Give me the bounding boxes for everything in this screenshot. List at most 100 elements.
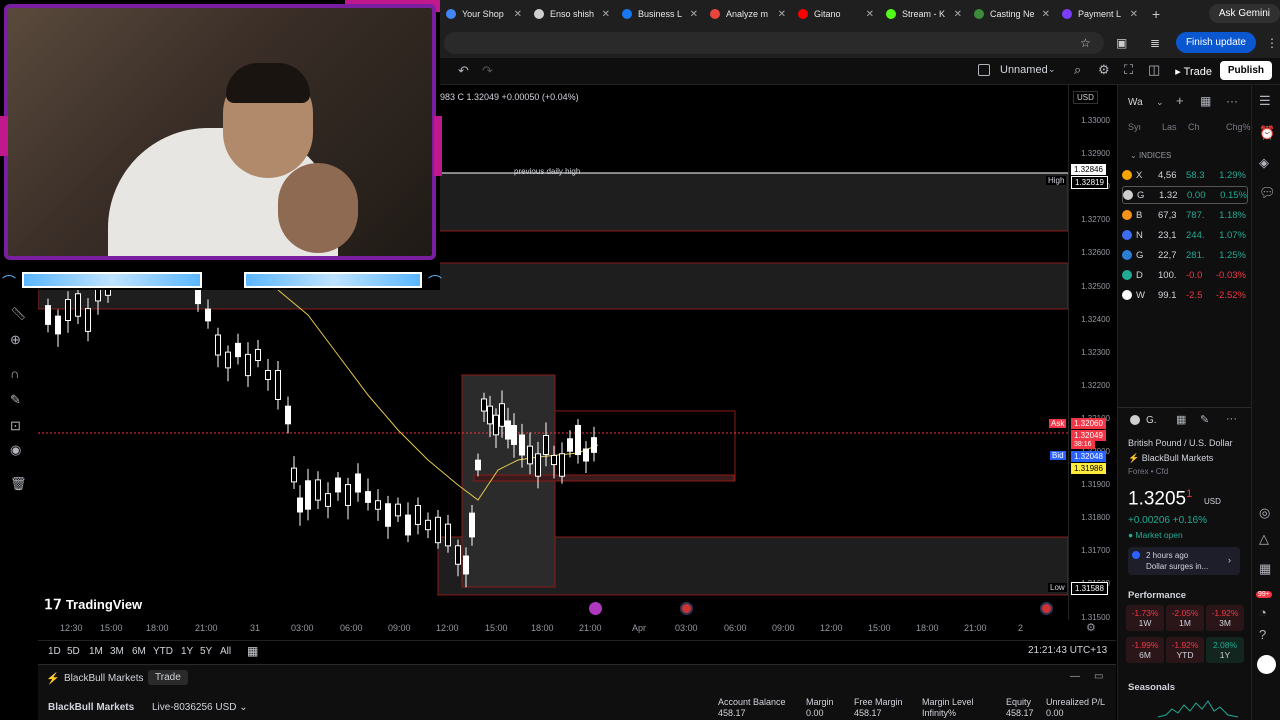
watchlist-row[interactable]: G 1.32 0.00 0.15%	[1122, 186, 1248, 204]
browser-tab[interactable]: Enso shish ✕	[528, 0, 616, 28]
range-button-5d[interactable]: 5D	[67, 646, 80, 657]
publish-button[interactable]: Publish	[1219, 61, 1272, 80]
chat-icon[interactable]: 💬︎	[1259, 185, 1276, 201]
range-button-5y[interactable]: 5Y	[200, 646, 212, 657]
range-button-1y[interactable]: 1Y	[181, 646, 193, 657]
new-tab-button[interactable]: +	[1152, 6, 1160, 22]
performance-item[interactable]: -1.92% 3M	[1206, 605, 1244, 631]
lock-icon[interactable]: ⊡	[10, 418, 21, 434]
ideas-icon[interactable]: △	[1259, 531, 1269, 547]
range-button-ytd[interactable]: YTD	[153, 646, 173, 657]
axis-settings-icon[interactable]: ⚙	[1086, 621, 1096, 634]
column-header[interactable]: Ch	[1188, 122, 1200, 132]
undo-icon[interactable]: ↶	[458, 63, 469, 79]
finish-update-button[interactable]: Finish update	[1175, 32, 1256, 53]
layout-icon[interactable]	[978, 64, 990, 76]
maximize-icon[interactable]: ▭	[1094, 671, 1103, 682]
edit-icon[interactable]: ✎	[1200, 413, 1209, 426]
currency-selector[interactable]: USD	[1073, 91, 1098, 104]
range-button-1m[interactable]: 1M	[89, 646, 103, 657]
address-field[interactable]	[444, 32, 1104, 54]
time-axis[interactable]: 12:30 15:00 18:00 21:00 31 03:00 06:00 09:00 12:…	[38, 618, 1116, 638]
chevron-down-icon[interactable]: ⌄	[1048, 64, 1056, 75]
account-selector[interactable]: Live-8036256 USD ⌄	[152, 702, 248, 713]
close-icon[interactable]: ✕	[954, 9, 962, 20]
close-icon[interactable]: ✕	[602, 9, 610, 20]
performance-item[interactable]: -1.92% YTD	[1166, 637, 1204, 663]
watchlist-row[interactable]: B 67,3 787. 1.18%	[1122, 206, 1248, 224]
notification-badge[interactable]: 99+	[1256, 591, 1272, 598]
price-scale[interactable]: USD 1.330001.329001.328001.327001.326001…	[1068, 85, 1116, 622]
performance-item[interactable]: 2.08% 1Y	[1206, 637, 1244, 663]
clock[interactable]: 21:21:43 UTC+13	[1028, 645, 1107, 656]
watchlist-row[interactable]: W 99.1 -2.5 -2.52%	[1122, 286, 1248, 304]
performance-item[interactable]: -2.05% 1M	[1166, 605, 1204, 631]
close-icon[interactable]: ✕	[778, 9, 786, 20]
fullscreen-icon[interactable]: ⛶	[1124, 62, 1133, 78]
broker-name[interactable]: BlackBull Markets	[64, 673, 143, 684]
settings-icon[interactable]: ⚙	[1098, 62, 1110, 78]
layout-name[interactable]: Unnamed	[1000, 64, 1048, 76]
help-icon[interactable]: ?	[1259, 627, 1266, 642]
section-header[interactable]: ⌄ INDICES	[1130, 151, 1171, 160]
more-icon[interactable]: ···	[1226, 94, 1238, 108]
watchlist-row[interactable]: X 4,56 58.3 1.29%	[1122, 166, 1248, 184]
browser-tab[interactable]: Stream - K ✕	[880, 0, 968, 28]
us-flag-icon[interactable]	[680, 602, 693, 615]
layers-icon[interactable]: ◈	[1259, 155, 1269, 171]
camera-icon[interactable]: ◫	[1148, 62, 1160, 78]
watchlist-row[interactable]: D 100. -0.0 -0.03%	[1122, 266, 1248, 284]
zoom-icon[interactable]: ⊕	[10, 332, 21, 348]
event-marker-icon[interactable]	[589, 602, 602, 615]
ask-gemini-button[interactable]: Ask Gemini	[1208, 4, 1280, 23]
column-header[interactable]: Chg%	[1226, 122, 1251, 132]
watchlist-title[interactable]: Wa	[1128, 97, 1143, 108]
grid-icon[interactable]: ▦	[1200, 94, 1211, 108]
eye-icon[interactable]: ◉	[10, 442, 21, 458]
browser-tab[interactable]: Payment L ✕	[1056, 0, 1144, 28]
watchlist-row[interactable]: N 23,1 244. 1.07%	[1122, 226, 1248, 244]
news-card[interactable]: 2 hours ago Dollar surges in... ›	[1128, 547, 1240, 575]
magnet-icon[interactable]: ∩	[10, 366, 19, 381]
ruler-icon[interactable]: 📏︎	[10, 306, 27, 322]
close-icon[interactable]: ✕	[514, 9, 522, 20]
trade-button[interactable]: ▸ Trade	[1167, 61, 1220, 82]
close-icon[interactable]: ✕	[1130, 9, 1138, 20]
us-flag-icon[interactable]	[1040, 602, 1053, 615]
close-icon[interactable]: ✕	[866, 9, 874, 20]
range-button-all[interactable]: All	[220, 646, 231, 657]
range-button-3m[interactable]: 3M	[110, 646, 124, 657]
menu-icon[interactable]: ⋮	[1266, 36, 1278, 50]
browser-tab[interactable]: Business L ✕	[616, 0, 704, 28]
grid-icon[interactable]: ▦	[1176, 413, 1186, 426]
column-header[interactable]: Syı	[1128, 122, 1141, 132]
trash-icon[interactable]: 🗑︎	[10, 476, 27, 492]
chevron-down-icon[interactable]: ⌄	[1156, 97, 1164, 108]
calendar-icon[interactable]: ▦	[1259, 561, 1271, 577]
add-symbol-icon[interactable]: +	[1176, 93, 1184, 108]
details-symbol[interactable]: G.	[1146, 415, 1157, 426]
media-icon[interactable]: ≣	[1150, 36, 1160, 50]
performance-item[interactable]: -1.73% 1W	[1126, 605, 1164, 631]
alerts-icon[interactable]: ⏰	[1259, 125, 1275, 141]
broker-trade-tab[interactable]: Trade	[148, 670, 188, 685]
calendar-icon[interactable]: ▦	[247, 644, 258, 658]
watchlist-row[interactable]: G 22,7 281. 1.25%	[1122, 246, 1248, 264]
star-icon[interactable]: ☆	[1080, 36, 1091, 50]
browser-tab[interactable]: Casting Ne ✕	[968, 0, 1056, 28]
browser-tab[interactable]: Analyze m ✕	[704, 0, 792, 28]
performance-item[interactable]: -1.99% 6M	[1126, 637, 1164, 663]
minimize-icon[interactable]: —	[1070, 671, 1080, 682]
more-icon[interactable]: ···	[1226, 413, 1237, 425]
browser-tab[interactable]: Gitano ✕	[792, 0, 880, 28]
stream-icon[interactable]: ◔	[1259, 605, 1267, 620]
range-button-1d[interactable]: 1D	[48, 646, 61, 657]
target-icon[interactable]: ◎	[1259, 505, 1270, 521]
close-icon[interactable]: ✕	[690, 9, 698, 20]
watchlist-icon[interactable]: ☰	[1259, 93, 1271, 109]
redo-icon[interactable]: ↷	[482, 63, 493, 79]
browser-tab[interactable]: Your Shop ✕	[440, 0, 528, 28]
search-icon[interactable]: ⌕	[1074, 62, 1081, 78]
range-button-6m[interactable]: 6M	[132, 646, 146, 657]
extension-icon[interactable]: ▣	[1116, 36, 1127, 50]
